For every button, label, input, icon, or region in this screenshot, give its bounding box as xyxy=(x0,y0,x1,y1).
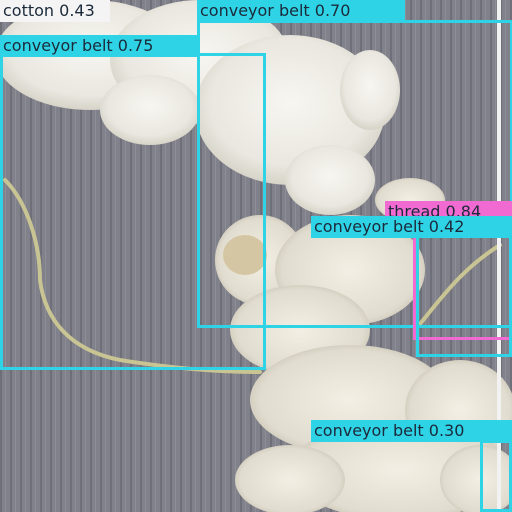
detection-box-conveyor-belt-042 xyxy=(416,235,512,357)
detection-label-cotton: cotton 0.43 xyxy=(0,0,110,22)
detection-label-conveyor-belt-070: conveyor belt 0.70 xyxy=(197,0,405,22)
detection-box-conveyor-belt-030 xyxy=(480,440,512,512)
detection-label-conveyor-belt-042: conveyor belt 0.42 xyxy=(311,216,512,238)
detection-label-conveyor-belt-075: conveyor belt 0.75 xyxy=(0,35,200,57)
detection-label-conveyor-belt-030: conveyor belt 0.30 xyxy=(311,420,512,442)
